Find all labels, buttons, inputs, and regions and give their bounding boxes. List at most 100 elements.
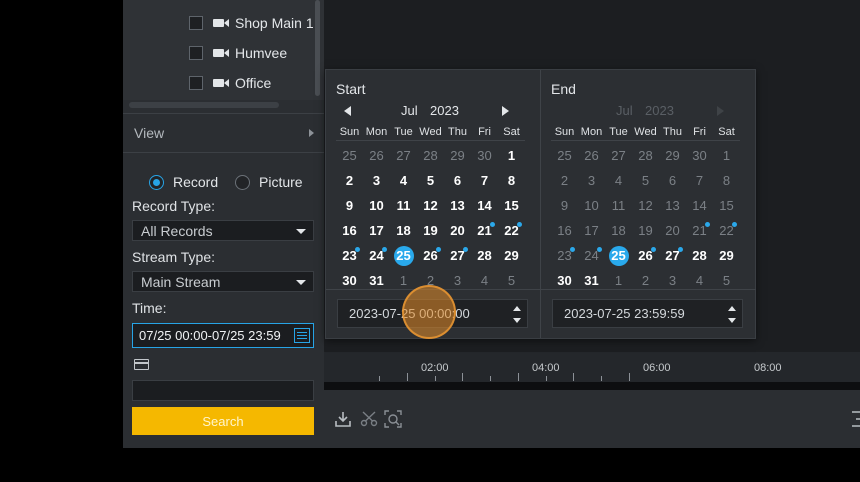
calendar-day[interactable]: 29 bbox=[498, 243, 525, 268]
card-number-input[interactable] bbox=[132, 380, 314, 401]
calendar-day[interactable]: 12 bbox=[632, 193, 659, 218]
camera-list-hscrollbar[interactable] bbox=[129, 102, 279, 108]
calendar-day[interactable]: 23 bbox=[551, 243, 578, 268]
calendar-day[interactable]: 3 bbox=[578, 168, 605, 193]
calendar-day[interactable]: 24 bbox=[578, 243, 605, 268]
calendar-day[interactable]: 20 bbox=[444, 218, 471, 243]
calendar-day[interactable]: 8 bbox=[498, 168, 525, 193]
calendar-day[interactable]: 26 bbox=[417, 243, 444, 268]
calendar-day[interactable]: 27 bbox=[444, 243, 471, 268]
calendar-day[interactable]: 19 bbox=[417, 218, 444, 243]
calendar-day[interactable]: 12 bbox=[417, 193, 444, 218]
end-time-input[interactable]: 2023-07-25 23:59:59 bbox=[552, 299, 743, 328]
time-range-input[interactable]: 07/25 00:00-07/25 23:59 bbox=[132, 323, 314, 348]
calendar-day[interactable]: 4 bbox=[390, 168, 417, 193]
next-month-icon[interactable] bbox=[502, 106, 509, 116]
calendar-day[interactable]: 9 bbox=[551, 193, 578, 218]
fullscreen-icon[interactable] bbox=[848, 410, 860, 428]
calendar-day[interactable]: 20 bbox=[659, 218, 686, 243]
calendar-day[interactable]: 19 bbox=[632, 218, 659, 243]
calendar-day[interactable]: 16 bbox=[551, 218, 578, 243]
calendar-day[interactable]: 14 bbox=[471, 193, 498, 218]
calendar-day[interactable]: 18 bbox=[605, 218, 632, 243]
calendar-day[interactable]: 30 bbox=[471, 143, 498, 168]
calendar-day[interactable]: 6 bbox=[659, 168, 686, 193]
calendar-day[interactable]: 29 bbox=[444, 143, 471, 168]
spin-down-icon[interactable] bbox=[728, 318, 736, 323]
calendar-day[interactable]: 27 bbox=[659, 243, 686, 268]
calendar-day[interactable]: 7 bbox=[471, 168, 498, 193]
camera-checkbox[interactable] bbox=[189, 76, 203, 90]
picture-radio[interactable]: Picture bbox=[235, 174, 303, 190]
calendar-day[interactable]: 28 bbox=[632, 143, 659, 168]
calendar-day[interactable]: 22 bbox=[713, 218, 740, 243]
calendar-day[interactable]: 9 bbox=[336, 193, 363, 218]
calendar-day[interactable]: 10 bbox=[363, 193, 390, 218]
camera-checkbox[interactable] bbox=[189, 16, 203, 30]
calendar-day[interactable]: 23 bbox=[336, 243, 363, 268]
calendar-day[interactable]: 2 bbox=[551, 168, 578, 193]
spin-up-icon[interactable] bbox=[513, 306, 521, 311]
calendar-day[interactable]: 18 bbox=[390, 218, 417, 243]
calendar-day[interactable]: 13 bbox=[444, 193, 471, 218]
calendar-day[interactable]: 27 bbox=[605, 143, 632, 168]
calendar-day[interactable]: 25 bbox=[605, 243, 632, 268]
calendar-day[interactable]: 28 bbox=[417, 143, 444, 168]
spin-up-icon[interactable] bbox=[728, 306, 736, 311]
download-icon[interactable] bbox=[334, 410, 352, 428]
calendar-day[interactable]: 25 bbox=[390, 243, 417, 268]
calendar-day[interactable]: 26 bbox=[578, 143, 605, 168]
camera-item-office[interactable]: Office bbox=[189, 73, 271, 93]
search-button[interactable]: Search bbox=[132, 407, 314, 435]
calendar-day[interactable]: 5 bbox=[417, 168, 444, 193]
calendar-day[interactable]: 2 bbox=[336, 168, 363, 193]
calendar-day[interactable]: 4 bbox=[605, 168, 632, 193]
calendar-day[interactable]: 29 bbox=[659, 143, 686, 168]
record-type-select[interactable]: All Records bbox=[132, 220, 314, 241]
stream-type-select[interactable]: Main Stream bbox=[132, 271, 314, 292]
camera-item-humvee[interactable]: Humvee bbox=[189, 43, 287, 63]
calendar-day[interactable]: 7 bbox=[686, 168, 713, 193]
calendar-day[interactable]: 26 bbox=[363, 143, 390, 168]
calendar-day[interactable]: 26 bbox=[632, 243, 659, 268]
calendar-day[interactable]: 21 bbox=[471, 218, 498, 243]
spin-down-icon[interactable] bbox=[513, 318, 521, 323]
calendar-day[interactable]: 6 bbox=[444, 168, 471, 193]
calendar-day[interactable]: 11 bbox=[390, 193, 417, 218]
calendar-day[interactable]: 13 bbox=[659, 193, 686, 218]
calendar-day[interactable]: 17 bbox=[363, 218, 390, 243]
calendar-day[interactable]: 15 bbox=[498, 193, 525, 218]
camera-item-shop-main-1[interactable]: Shop Main 1 bbox=[189, 13, 314, 33]
prev-month-icon[interactable] bbox=[344, 106, 351, 116]
calendar-day[interactable]: 25 bbox=[551, 143, 578, 168]
calendar-day[interactable]: 22 bbox=[498, 218, 525, 243]
calendar-day[interactable]: 30 bbox=[686, 143, 713, 168]
calendar-day[interactable]: 21 bbox=[686, 218, 713, 243]
playback-timeline[interactable]: 02:00 04:00 06:00 08:00 bbox=[324, 352, 860, 390]
smart-search-icon[interactable] bbox=[384, 410, 402, 428]
calendar-day[interactable]: 17 bbox=[578, 218, 605, 243]
calendar-day[interactable]: 28 bbox=[686, 243, 713, 268]
calendar-day[interactable]: 8 bbox=[713, 168, 740, 193]
view-section-toggle[interactable]: View bbox=[123, 113, 324, 153]
calendar-day[interactable]: 14 bbox=[686, 193, 713, 218]
calendar-day[interactable]: 5 bbox=[632, 168, 659, 193]
calendar-day[interactable]: 11 bbox=[605, 193, 632, 218]
calendar-day[interactable]: 15 bbox=[713, 193, 740, 218]
calendar-day[interactable]: 1 bbox=[498, 143, 525, 168]
calendar-day[interactable]: 28 bbox=[471, 243, 498, 268]
start-year[interactable]: 2023 bbox=[430, 103, 459, 118]
calendar-day[interactable]: 29 bbox=[713, 243, 740, 268]
calendar-day[interactable]: 24 bbox=[363, 243, 390, 268]
camera-list-scrollbar[interactable] bbox=[315, 0, 320, 96]
calendar-day[interactable]: 27 bbox=[390, 143, 417, 168]
record-radio[interactable]: Record bbox=[149, 174, 218, 190]
calendar-day[interactable]: 1 bbox=[713, 143, 740, 168]
calendar-day[interactable]: 10 bbox=[578, 193, 605, 218]
calendar-icon[interactable] bbox=[294, 328, 310, 343]
calendar-day[interactable]: 3 bbox=[363, 168, 390, 193]
scissors-icon[interactable] bbox=[360, 410, 378, 428]
timeline-track[interactable] bbox=[324, 382, 860, 390]
camera-checkbox[interactable] bbox=[189, 46, 203, 60]
calendar-day[interactable]: 16 bbox=[336, 218, 363, 243]
